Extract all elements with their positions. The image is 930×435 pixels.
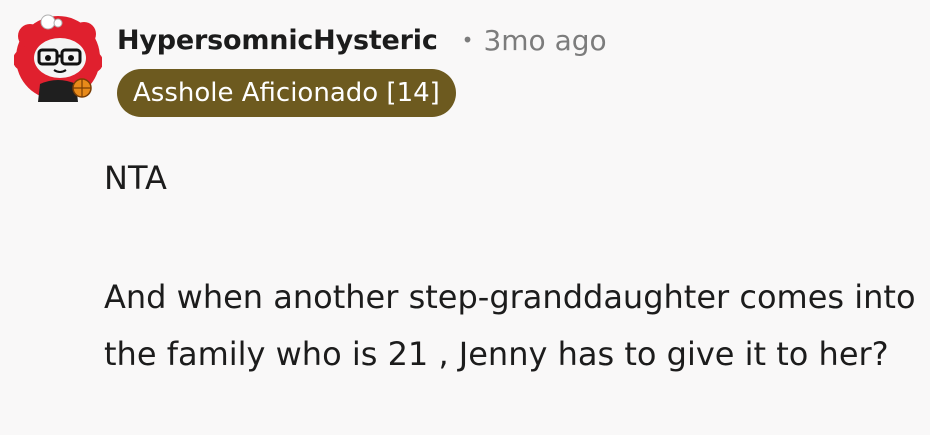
snoo-avatar-icon bbox=[13, 14, 103, 102]
timestamp-link[interactable]: 3mo ago bbox=[483, 24, 606, 57]
comment-body: NTA And when another step-granddaughter … bbox=[104, 150, 919, 383]
user-flair: Asshole Aficionado [14] bbox=[117, 69, 456, 117]
comment-header: HypersomnicHysteric • 3mo ago bbox=[117, 20, 607, 60]
comment-paragraph: NTA bbox=[104, 159, 167, 197]
separator-dot: • bbox=[461, 28, 474, 52]
comment-paragraph: And when another step-granddaughter come… bbox=[104, 278, 916, 373]
avatar[interactable] bbox=[13, 14, 103, 102]
comment: HypersomnicHysteric • 3mo ago Asshole Af… bbox=[0, 0, 930, 435]
username-link[interactable]: HypersomnicHysteric bbox=[117, 25, 438, 56]
